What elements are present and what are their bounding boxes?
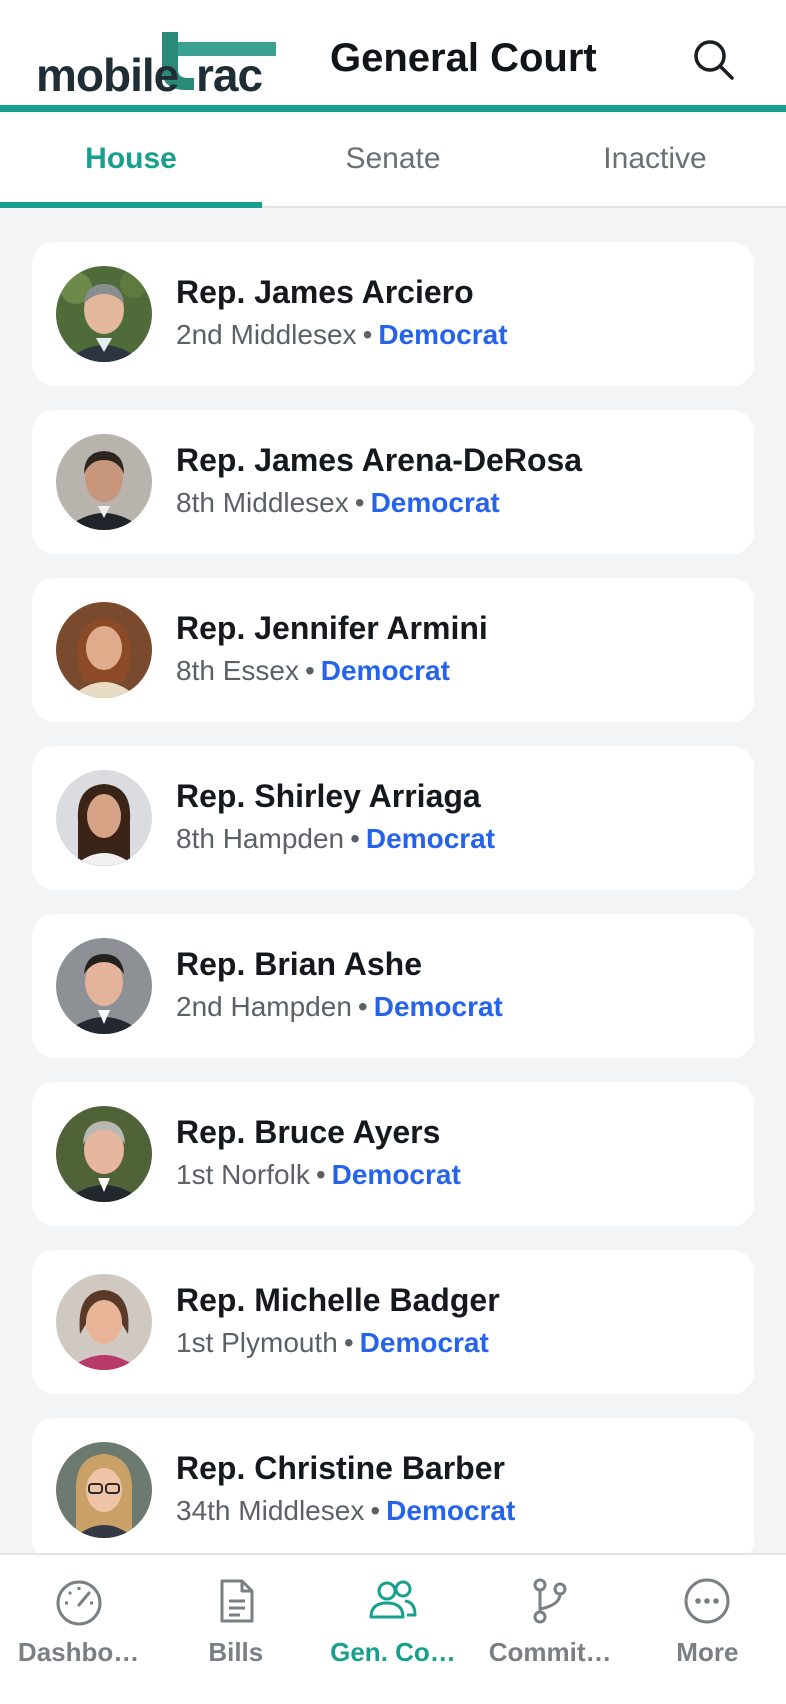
member-party: Democrat xyxy=(386,1495,516,1526)
nav-label: Dashbo… xyxy=(17,1637,140,1667)
dashboard-gauge-icon xyxy=(56,1580,102,1626)
member-card[interactable]: Rep. Brian Ashe 2nd Hampden • Democrat xyxy=(32,914,754,1058)
meta-separator: • xyxy=(354,487,365,518)
member-meta: 8th Essex • Democrat xyxy=(176,654,450,688)
member-party: Democrat xyxy=(365,823,496,854)
meta-separator: • xyxy=(350,823,360,854)
meta-separator: • xyxy=(315,1159,326,1190)
tab-senate[interactable]: Senate xyxy=(262,112,524,206)
nav-general-court[interactable]: Gen. Co… xyxy=(314,1555,471,1704)
member-party: Democrat xyxy=(331,1159,461,1190)
member-card[interactable]: Rep. Christine Barber 34th Middlesex • Dem… xyxy=(32,1418,754,1562)
member-name: Rep. Brian Ashe xyxy=(176,946,422,982)
member-meta: 34th Middlesex • Democrat xyxy=(176,1494,515,1528)
avatar xyxy=(56,1274,152,1370)
nav-more[interactable]: More xyxy=(629,1555,786,1704)
chamber-tabs: House Senate Inactive xyxy=(0,112,786,208)
avatar xyxy=(56,602,152,698)
member-party: Democrat xyxy=(359,1327,489,1358)
member-district: 1st Norfolk xyxy=(176,1159,310,1190)
member-district: 34th Middlesex xyxy=(176,1495,365,1526)
avatar xyxy=(56,434,152,530)
people-icon xyxy=(369,1580,417,1619)
meta-separator: • xyxy=(343,1327,354,1358)
member-party: Democrat xyxy=(320,655,450,686)
more-dots-icon xyxy=(684,1578,730,1624)
avatar xyxy=(56,938,152,1034)
nav-label: Commit… xyxy=(488,1637,612,1667)
nav-bills[interactable]: Bills xyxy=(157,1555,314,1704)
member-card[interactable]: Rep. James Arciero 2nd Middlesex • Democra… xyxy=(32,242,754,386)
member-district: 8th Middlesex xyxy=(176,487,349,518)
member-card[interactable]: Rep. Jennifer Armini 8th Essex • Democrat xyxy=(32,578,754,722)
document-icon xyxy=(220,1579,254,1623)
avatar xyxy=(56,770,152,866)
tab-house-label: House xyxy=(85,142,177,175)
member-name: Rep. James Arena-DeRosa xyxy=(176,442,583,478)
member-card[interactable]: Rep. Bruce Ayers 1st Norfolk • Democrat xyxy=(32,1082,754,1226)
branch-icon xyxy=(533,1578,567,1624)
meta-separator: • xyxy=(370,1495,381,1526)
member-name: Rep. Bruce Ayers xyxy=(176,1114,441,1150)
bottom-navigation: Dashbo… Bills Gen. Co… Commit… More xyxy=(0,1553,786,1704)
mobiletrac-logo[interactable]: mobile rac xyxy=(36,32,276,98)
nav-dashboard[interactable]: Dashbo… xyxy=(0,1555,157,1704)
logo-text-mobile: mobile xyxy=(36,49,179,101)
member-card[interactable]: Rep. Michelle Badger 1st Plymouth • Democr… xyxy=(32,1250,754,1394)
logo-text-rac: rac xyxy=(196,49,263,101)
member-name: Rep. Christine Barber xyxy=(176,1450,505,1486)
tab-inactive-label: Inactive xyxy=(603,142,707,175)
nav-committees[interactable]: Commit… xyxy=(472,1555,629,1704)
member-card[interactable]: Rep. Shirley Arriaga 8th Hampden • Democra… xyxy=(32,746,754,890)
member-party: Democrat xyxy=(373,991,503,1022)
tab-senate-label: Senate xyxy=(345,142,441,175)
member-district: 1st Plymouth xyxy=(176,1327,338,1358)
search-button[interactable] xyxy=(690,36,738,84)
page-title: General Court xyxy=(330,36,597,80)
avatar xyxy=(56,266,152,362)
tab-inactive[interactable]: Inactive xyxy=(524,112,786,206)
member-card[interactable]: Rep. James Arena-DeRosa 8th Middlesex • De… xyxy=(32,410,754,554)
member-district: 2nd Hampden xyxy=(176,991,352,1022)
member-district: 8th Hampden xyxy=(176,823,345,854)
avatar xyxy=(56,1442,152,1538)
member-district: 2nd Middlesex xyxy=(176,319,357,350)
meta-separator: • xyxy=(304,655,315,686)
tab-house[interactable]: House xyxy=(0,112,262,208)
avatar xyxy=(56,1106,152,1202)
member-name: Rep. Shirley Arriaga xyxy=(176,778,481,814)
member-party: Democrat xyxy=(378,319,508,350)
nav-label: Gen. Co… xyxy=(330,1637,456,1667)
member-meta: 1st Plymouth • Democrat xyxy=(176,1326,489,1360)
member-name: Rep. Jennifer Armini xyxy=(176,610,488,646)
member-name: Rep. James Arciero xyxy=(176,274,474,310)
member-name: Rep. Michelle Badger xyxy=(176,1282,500,1318)
member-list: Rep. James Arciero 2nd Middlesex • Democra… xyxy=(32,242,754,1586)
member-meta: 2nd Middlesex • Democrat xyxy=(176,318,508,352)
app-header: mobile rac General Court xyxy=(0,0,786,112)
member-district: 8th Essex xyxy=(176,655,299,686)
member-meta: 8th Middlesex • Democrat xyxy=(176,486,500,520)
member-meta: 8th Hampden • Democrat xyxy=(176,822,495,856)
nav-label: Bills xyxy=(208,1637,264,1667)
meta-separator: • xyxy=(357,991,368,1022)
member-meta: 2nd Hampden • Democrat xyxy=(176,990,503,1024)
member-party: Democrat xyxy=(370,487,500,518)
member-meta: 1st Norfolk • Democrat xyxy=(176,1158,461,1192)
meta-separator: • xyxy=(362,319,373,350)
nav-label: More xyxy=(676,1637,739,1667)
search-icon xyxy=(694,40,734,80)
